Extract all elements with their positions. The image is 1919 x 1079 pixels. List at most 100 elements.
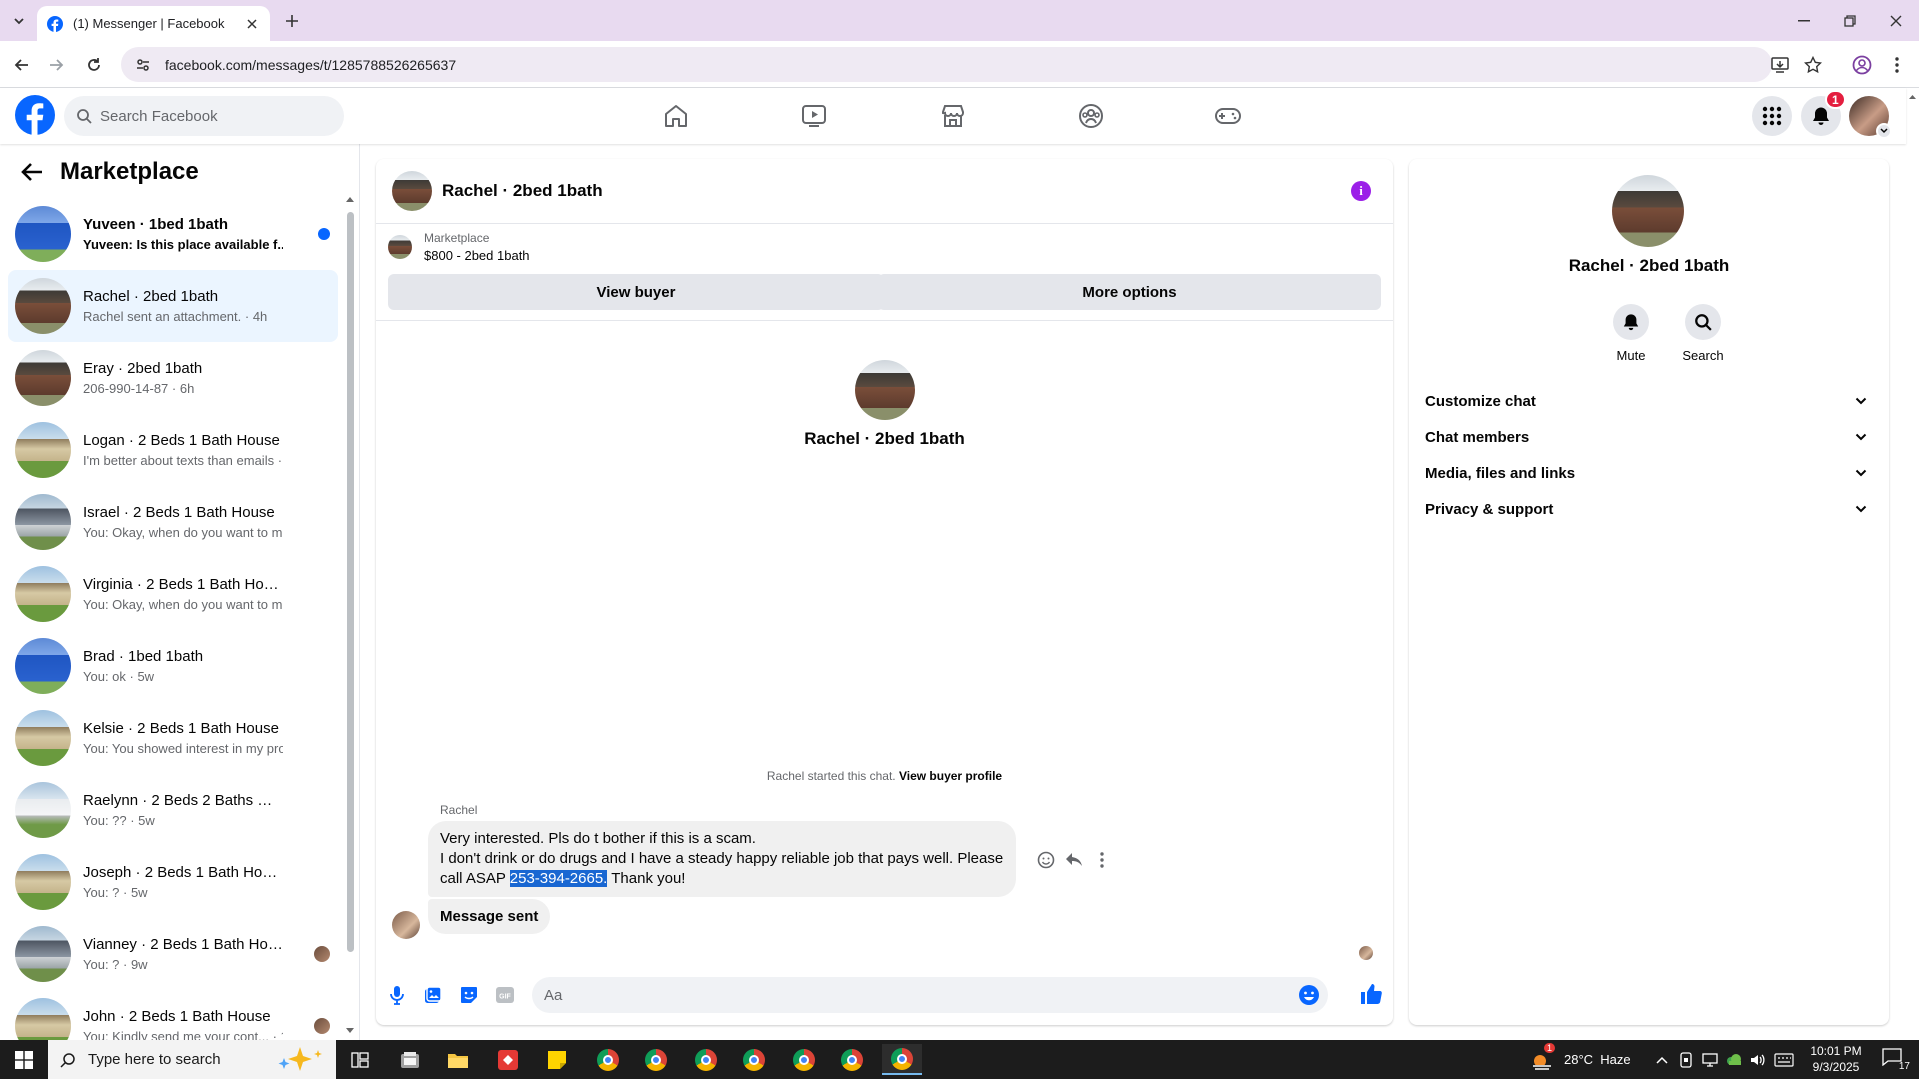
bookmark-star-icon[interactable]	[1801, 53, 1825, 77]
account-avatar[interactable]	[1849, 96, 1892, 139]
task-view-icon[interactable]	[340, 1044, 380, 1075]
chat-avatar[interactable]	[392, 171, 432, 211]
more-actions-icon[interactable]	[1091, 849, 1113, 871]
browser-tab-messenger[interactable]: (1) Messenger | Facebook	[37, 6, 270, 41]
marketplace-icon[interactable]	[937, 100, 969, 132]
message-input[interactable]	[544, 986, 1284, 1004]
conversation-item[interactable]: Logan · 2 Beds 1 Bath House I'm better ab…	[8, 414, 338, 486]
taskbar-red-app-icon[interactable]	[488, 1044, 528, 1075]
file-explorer-icon[interactable]	[438, 1044, 478, 1075]
facebook-logo-icon[interactable]	[15, 95, 55, 135]
system-clock[interactable]: 10:01 PM 9/3/2025	[1796, 1043, 1876, 1075]
chrome-taskbar-icon[interactable]	[686, 1044, 726, 1075]
device-icon[interactable]	[1676, 1050, 1696, 1070]
customize-chat-section[interactable]: Customize chat	[1425, 383, 1875, 419]
conversation-item[interactable]: Eray · 2bed 1bath 206-990-14-87 · 6h	[8, 342, 338, 414]
mute-button[interactable]: Mute	[1601, 304, 1661, 363]
facebook-search-input[interactable]	[100, 107, 320, 125]
reply-arrow-icon[interactable]	[1063, 849, 1085, 871]
search-in-conversation-button[interactable]: Search	[1673, 304, 1733, 363]
tab-search-chevron-icon[interactable]	[8, 10, 30, 32]
video-icon[interactable]	[798, 100, 830, 132]
volume-icon[interactable]	[1748, 1050, 1768, 1070]
more-options-button[interactable]: More options	[878, 274, 1381, 310]
restore-window-icon[interactable]	[1827, 0, 1873, 41]
chrome-taskbar-icon[interactable]	[784, 1044, 824, 1075]
site-settings-icon[interactable]	[135, 57, 151, 73]
like-thumbs-up-icon[interactable]	[1358, 981, 1384, 1007]
gif-icon[interactable]: GIF	[494, 984, 516, 1006]
sent-status-bubble[interactable]: Message sent	[428, 899, 551, 934]
media-files-links-section[interactable]: Media, files and links	[1425, 455, 1875, 491]
facebook-search-box[interactable]	[64, 96, 344, 136]
groups-icon[interactable]	[1075, 100, 1107, 132]
home-icon[interactable]	[660, 100, 692, 132]
conversation-item[interactable]: Israel · 2 Beds 1 Bath House You: Okay, w…	[8, 486, 338, 558]
taskbar-search-box[interactable]: Type here to search	[48, 1040, 336, 1079]
conversation-item[interactable]: Vianney · 2 Beds 1 Bath House You: ? · 9w	[8, 918, 338, 990]
close-tab-icon[interactable]	[244, 16, 260, 32]
conversation-item[interactable]: John · 2 Beds 1 Bath House You: Kindly se…	[8, 990, 338, 1040]
listing-summary[interactable]: Marketplace $800 - 2bed 1bath	[388, 231, 530, 263]
conversation-name: Kelsie · 2 Beds 1 Bath House	[83, 720, 279, 737]
selected-phone-number[interactable]: 253-394-2665.	[509, 870, 608, 887]
back-arrow-icon[interactable]	[18, 158, 46, 186]
conversation-info-icon[interactable]: i	[1351, 181, 1371, 201]
chat-profile-avatar[interactable]	[855, 360, 915, 420]
show-hidden-icons-chevron-icon[interactable]	[1652, 1050, 1672, 1070]
chrome-taskbar-icon[interactable]	[636, 1044, 676, 1075]
sticker-icon[interactable]	[458, 984, 480, 1006]
install-app-icon[interactable]	[1768, 53, 1792, 77]
notification-center-icon[interactable]: 17	[1880, 1048, 1910, 1072]
privacy-support-section[interactable]: Privacy & support	[1425, 491, 1875, 527]
view-buyer-profile-link[interactable]: View buyer profile	[899, 769, 1002, 783]
conversation-item[interactable]: Yuveen · 1bed 1bath Yuveen: Is this place…	[8, 198, 338, 270]
reload-icon[interactable]	[82, 53, 106, 77]
microphone-icon[interactable]	[386, 984, 408, 1006]
emoji-picker-icon[interactable]	[1298, 984, 1320, 1006]
forward-arrow-icon[interactable]	[44, 53, 68, 77]
windows-start-icon[interactable]	[0, 1040, 48, 1079]
marketplace-chats-panel: Marketplace Yuveen · 1bed 1bath Yuveen: I…	[0, 144, 360, 1040]
chat-title[interactable]: Rachel · 2bed 1bath	[442, 181, 603, 201]
network-monitor-icon[interactable]	[1700, 1050, 1720, 1070]
weather-widget[interactable]: 1 28°C Haze	[1530, 1040, 1631, 1079]
page-scrollbar[interactable]	[1906, 88, 1919, 1040]
conversation-item[interactable]: Joseph · 2 Beds 1 Bath House You: ? · 5w	[8, 846, 338, 918]
photo-attach-icon[interactable]	[422, 984, 444, 1006]
conversation-item[interactable]: Raelynn · 2 Beds 2 Baths House You: ?? · …	[8, 774, 338, 846]
minimize-window-icon[interactable]	[1781, 0, 1827, 41]
chrome-taskbar-icon[interactable]	[588, 1044, 628, 1075]
new-tab-plus-icon[interactable]	[281, 10, 303, 32]
conversation-item[interactable]: Brad · 1bed 1bath You: ok · 5w	[8, 630, 338, 702]
conversation-item[interactable]: Kelsie · 2 Beds 1 Bath House You: You sho…	[8, 702, 338, 774]
details-avatar[interactable]	[1612, 175, 1684, 247]
chat-members-section[interactable]: Chat members	[1425, 419, 1875, 455]
cloud-sync-icon[interactable]	[1724, 1050, 1744, 1070]
conversation-item[interactable]: Virginia · 2 Beds 1 Bath House You: Okay,…	[8, 558, 338, 630]
view-buyer-button[interactable]: View buyer	[388, 274, 884, 310]
taskbar-app-icon[interactable]	[390, 1044, 430, 1075]
chrome-taskbar-icon-active[interactable]	[882, 1044, 922, 1075]
gaming-icon[interactable]	[1212, 100, 1244, 132]
panel-title: Marketplace	[60, 158, 199, 185]
keyboard-layout-icon[interactable]	[1774, 1050, 1794, 1070]
react-emoji-icon[interactable]	[1035, 849, 1057, 871]
close-window-icon[interactable]	[1873, 0, 1919, 41]
browser-toolbar: facebook.com/messages/t/1285788526265637	[0, 41, 1919, 88]
sender-avatar[interactable]	[392, 911, 420, 939]
conversation-list-scrollbar[interactable]	[344, 194, 356, 1040]
conversation-item[interactable]: Rachel · 2bed 1bath Rachel sent an attach…	[8, 270, 338, 342]
back-arrow-icon[interactable]	[10, 53, 34, 77]
menu-grid-button[interactable]	[1752, 96, 1792, 136]
profile-icon[interactable]	[1850, 53, 1874, 77]
chrome-taskbar-icon[interactable]	[832, 1044, 872, 1075]
url-text[interactable]: facebook.com/messages/t/1285788526265637	[165, 57, 456, 73]
browser-menu-icon[interactable]	[1885, 53, 1909, 77]
address-bar[interactable]: facebook.com/messages/t/1285788526265637	[121, 47, 1772, 82]
message-input-box[interactable]	[532, 977, 1328, 1013]
incoming-message-bubble[interactable]: Very interested. Pls do t bother if this…	[428, 821, 1016, 897]
sticky-notes-icon[interactable]	[537, 1044, 577, 1075]
conversation-thumbnail	[15, 782, 71, 838]
chrome-taskbar-icon[interactable]	[734, 1044, 774, 1075]
